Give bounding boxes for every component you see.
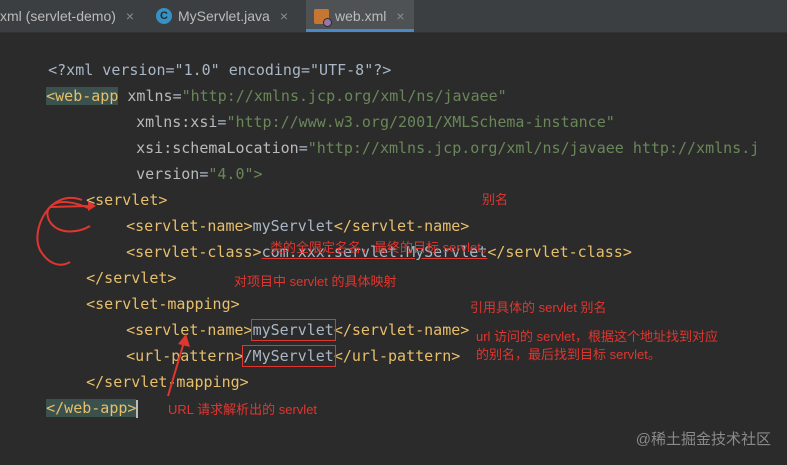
code-line-7: <servlet-name>myServlet</servlet-name>	[126, 217, 470, 235]
annotation-mapping: 对项目中 servlet 的具体映射	[234, 274, 397, 289]
code-line-9: </servlet>	[86, 269, 177, 287]
code-line-1: <?xml version="1.0" encoding="UTF-8"?>	[48, 61, 392, 79]
annotation-url-parsed: URL 请求解析出的 servlet	[168, 402, 318, 417]
annotation-class-full: 类的全限定名名，最终的目标 servlet。	[270, 240, 494, 255]
tab-label: MyServlet.java	[178, 8, 270, 24]
java-class-icon: C	[156, 8, 172, 24]
tab-label: xml (servlet-demo)	[0, 8, 116, 24]
code-line-12: <url-pattern>/MyServlet</url-pattern>	[126, 345, 461, 367]
annotation-alias: 别名	[482, 192, 509, 207]
code-line-8: <servlet-class>com.xxx.servlet.MyServlet…	[126, 243, 632, 261]
text-caret	[136, 399, 139, 418]
tab-pom-xml[interactable]: xml (servlet-demo) ×	[0, 0, 146, 32]
editor-tab-bar: xml (servlet-demo) × C MyServlet.java × …	[0, 0, 787, 33]
xml-file-icon	[314, 8, 332, 27]
code-line-4: xsi:schemaLocation="http://xmlns.jcp.org…	[136, 139, 760, 157]
code-line-6: <servlet>	[86, 191, 168, 209]
code-line-13: </servlet-mapping>	[86, 373, 249, 391]
code-line-11: <servlet-name>myServlet</servlet-name>	[126, 319, 470, 341]
close-icon[interactable]: ×	[396, 8, 404, 24]
code-line-3: xmlns:xsi="http://www.w3.org/2001/XMLSch…	[136, 113, 615, 131]
close-icon[interactable]: ×	[126, 8, 134, 24]
tab-myservlet-java[interactable]: C MyServlet.java ×	[156, 0, 296, 32]
tab-label: web.xml	[335, 8, 387, 24]
annotation-ref-alias: 引用具体的 servlet 别名	[470, 300, 607, 315]
code-line-2: <web-app xmlns="http://xmlns.jcp.org/xml…	[46, 87, 507, 105]
annotation-url-line1: url 访问的 servlet，根据这个地址找到对应	[476, 329, 718, 344]
code-line-10: <servlet-mapping>	[86, 295, 240, 313]
code-line-14: </web-app>	[46, 399, 139, 418]
watermark: @稀土掘金技术社区	[635, 431, 771, 448]
tab-web-xml[interactable]: web.xml ×	[306, 0, 414, 32]
annotation-url-line2: 的别名，最后找到目标 servlet。	[476, 347, 661, 362]
code-line-5: version="4.0">	[136, 165, 263, 183]
close-icon[interactable]: ×	[280, 8, 288, 24]
